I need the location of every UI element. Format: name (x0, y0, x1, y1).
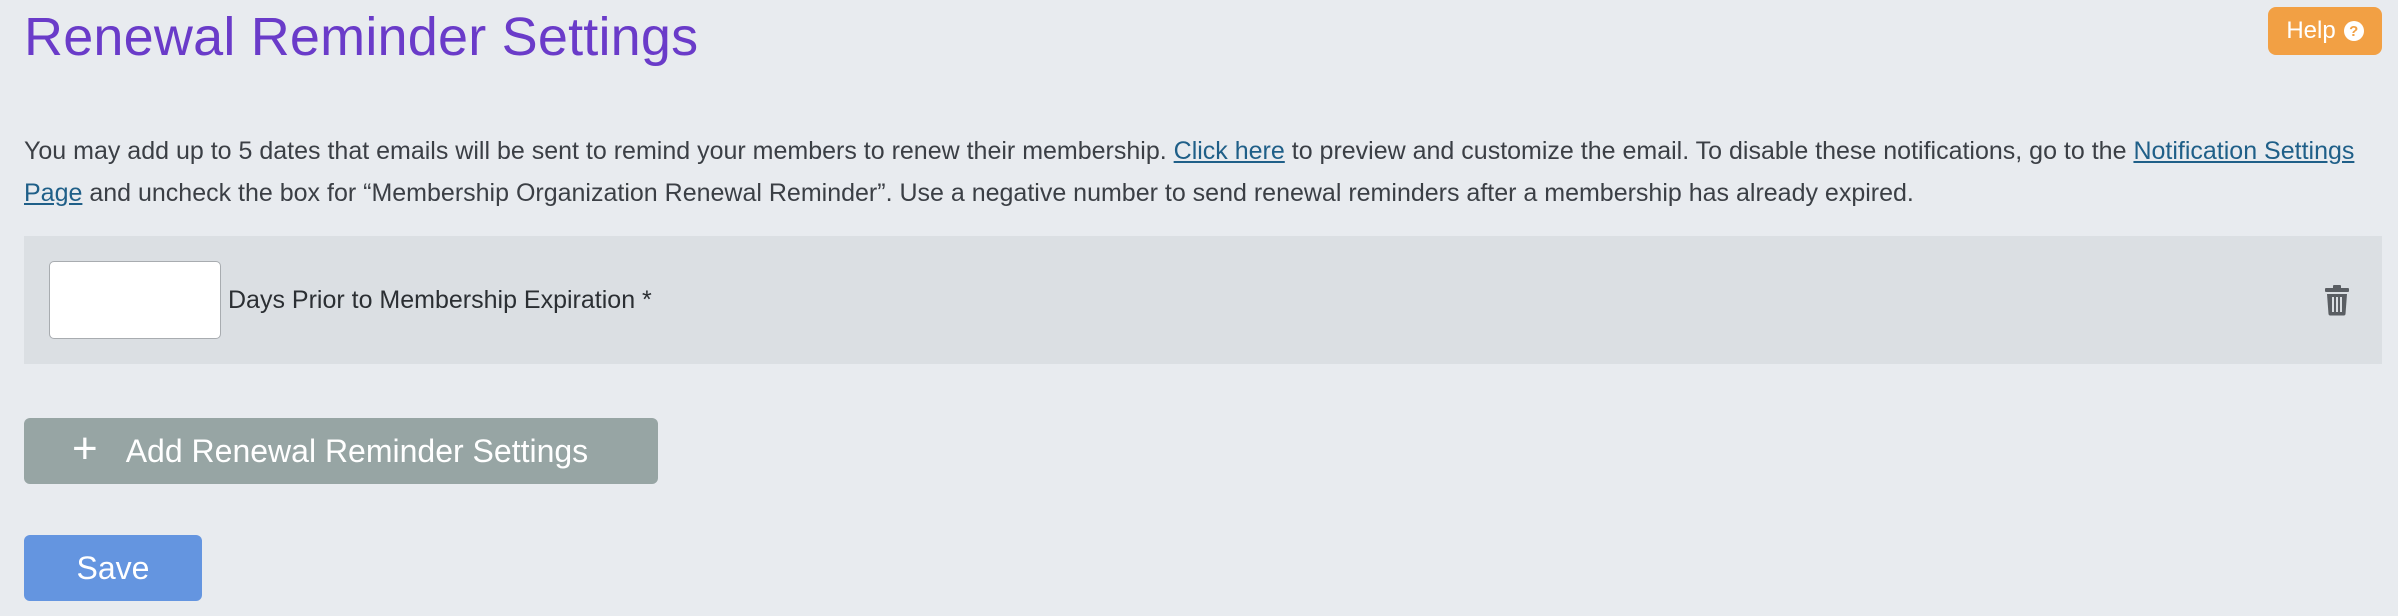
renewal-reminder-settings-page: Renewal Reminder Settings Help ? You may… (0, 0, 2398, 616)
days-prior-label: Days Prior to Membership Expiration * (228, 285, 652, 314)
plus-icon: + (72, 424, 98, 473)
intro-text-part-2: to preview and customize the email. To d… (1284, 137, 2134, 165)
help-button-label: Help (2286, 17, 2336, 44)
trash-icon[interactable] (2324, 284, 2350, 316)
question-circle-icon: ? (2343, 21, 2364, 41)
help-button[interactable]: Help ? (2268, 7, 2382, 55)
add-renewal-reminder-button[interactable]: + Add Renewal Reminder Settings (24, 418, 658, 484)
reminder-row: Days Prior to Membership Expiration * (24, 236, 2382, 364)
page-title: Renewal Reminder Settings (24, 7, 699, 67)
add-renewal-reminder-label: Add Renewal Reminder Settings (125, 432, 589, 469)
days-prior-input[interactable] (49, 261, 221, 339)
intro-text-part-1: You may add up to 5 dates that emails wi… (24, 137, 1174, 165)
save-button[interactable]: Save (24, 535, 202, 601)
preview-email-link[interactable]: Click here (1174, 137, 1285, 165)
intro-text-part-3: and uncheck the box for “Membership Orga… (82, 179, 1914, 207)
intro-paragraph: You may add up to 5 dates that emails wi… (24, 130, 2384, 214)
